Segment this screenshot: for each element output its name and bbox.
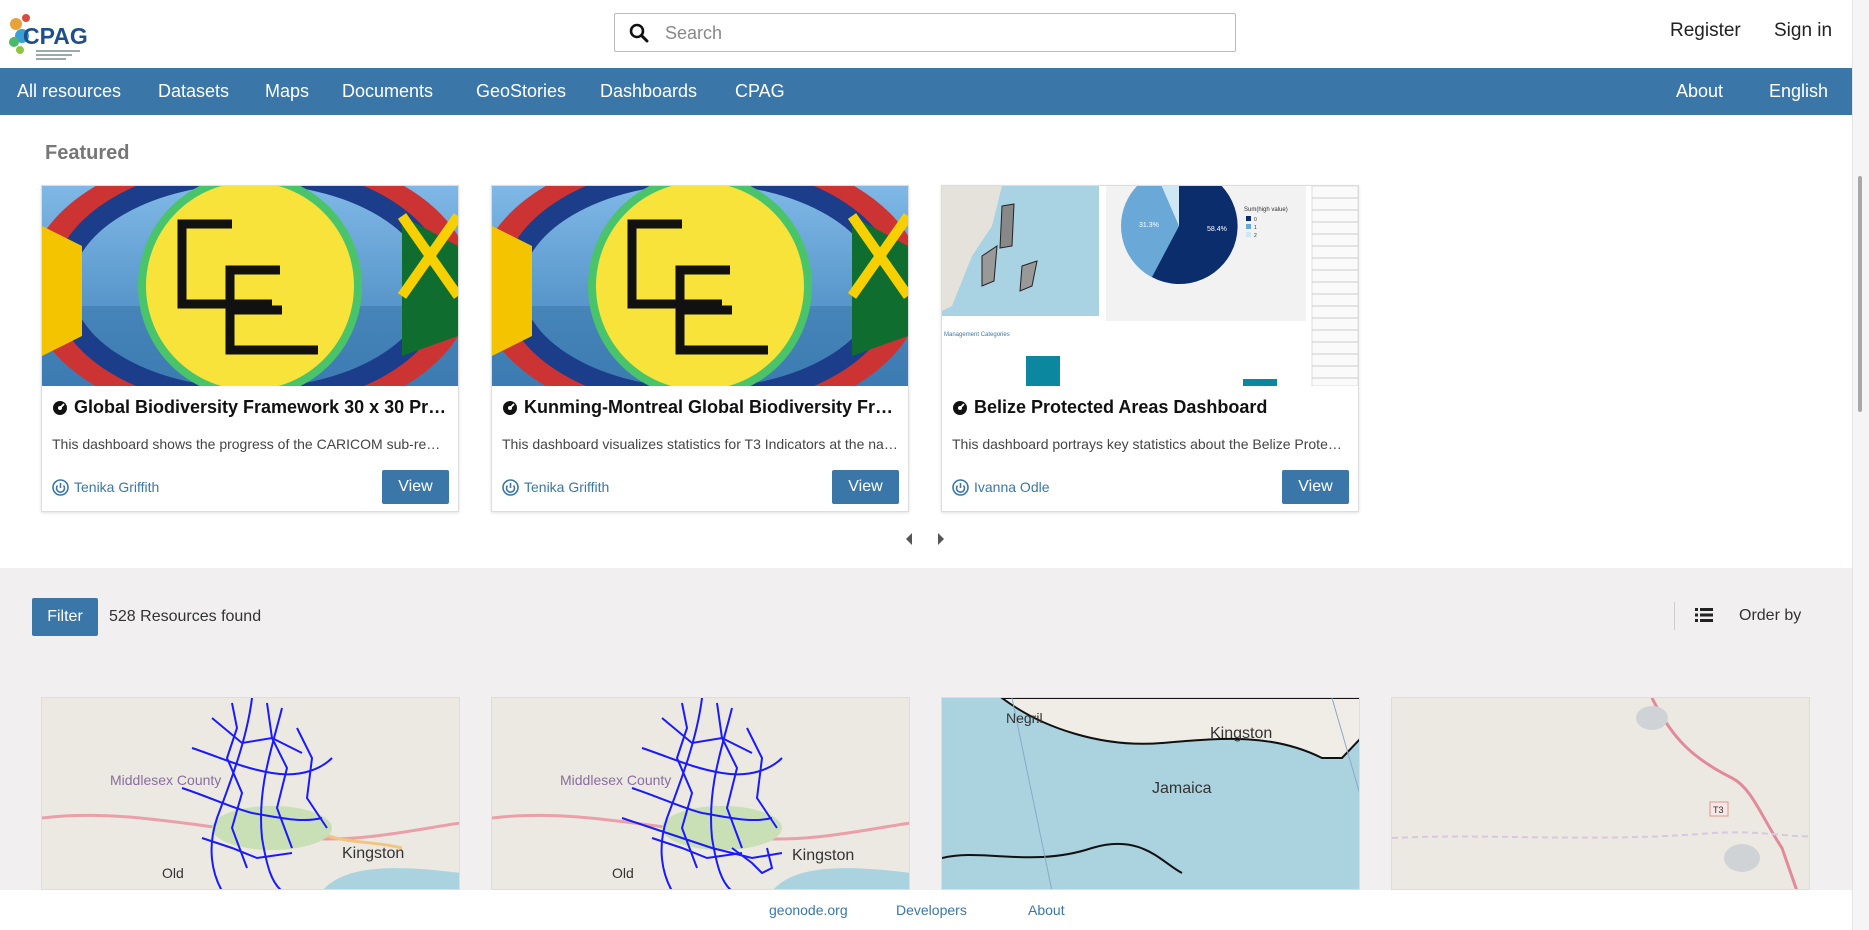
featured-card[interactable]: Kunming-Montreal Global Biodiversity Fra… <box>491 185 909 512</box>
featured-card[interactable]: Global Biodiversity Framework 30 x 30 Pr… <box>41 185 459 512</box>
svg-text:0: 0 <box>1254 217 1257 223</box>
svg-text:Old: Old <box>162 865 184 881</box>
svg-text:Old: Old <box>612 865 634 881</box>
search-box[interactable] <box>614 13 1236 53</box>
featured-card[interactable]: 58.4% 31.3% Sum(high value) 0 1 2 Manage… <box>941 185 1359 512</box>
dashboard-icon <box>953 401 967 415</box>
nav-all-resources[interactable]: All resources <box>17 68 121 115</box>
nav-cpag[interactable]: CPAG <box>735 68 785 115</box>
nav-datasets[interactable]: Datasets <box>158 68 229 115</box>
view-button[interactable]: View <box>382 470 449 504</box>
search-icon <box>629 23 649 43</box>
svg-text:58.4%: 58.4% <box>1207 226 1227 233</box>
search-input[interactable] <box>663 14 1227 53</box>
resource-map-card[interactable]: Middlesex County Kingston Old <box>41 697 460 890</box>
resources-count: 528 Resources found <box>109 608 262 625</box>
svg-text:Management Categories: Management Categories <box>944 332 1010 338</box>
toolbar-divider <box>1674 602 1675 630</box>
svg-text:Kingston: Kingston <box>1210 725 1272 742</box>
order-by-dropdown[interactable]: Order by <box>1739 607 1801 625</box>
list-view-icon[interactable] <box>1695 607 1713 623</box>
user-icon <box>952 479 969 496</box>
page-scrollbar[interactable] <box>1852 0 1869 930</box>
card-title[interactable]: Global Biodiversity Framework 30 x 30 Pr… <box>52 397 448 418</box>
footer-link-about[interactable]: About <box>1028 902 1065 918</box>
svg-text:Kingston: Kingston <box>792 847 854 864</box>
card-author[interactable]: Ivanna Odle <box>952 479 1050 496</box>
language-selector[interactable]: English <box>1769 68 1828 115</box>
svg-text:CPAG: CPAG <box>23 23 88 49</box>
dashboard-thumbnail[interactable]: 58.4% 31.3% Sum(high value) 0 1 2 Manage… <box>942 186 1358 386</box>
card-author[interactable]: Tenika Griffith <box>502 479 609 496</box>
nav-geostories[interactable]: GeoStories <box>476 68 566 115</box>
nav-about[interactable]: About <box>1676 68 1723 115</box>
nav-dashboards[interactable]: Dashboards <box>600 68 697 115</box>
main-nav: All resources Datasets Maps Documents Ge… <box>0 68 1852 115</box>
resource-map-card[interactable]: Negril Kingston Jamaica <box>941 697 1360 890</box>
footer: geonode.org Developers About <box>0 890 1852 930</box>
nav-maps[interactable]: Maps <box>265 68 309 115</box>
svg-text:T3: T3 <box>1713 805 1724 815</box>
filter-button[interactable]: Filter <box>32 598 98 636</box>
svg-text:Kingston: Kingston <box>342 845 404 862</box>
svg-text:Middlesex County: Middlesex County <box>560 772 671 788</box>
svg-text:Middlesex County: Middlesex County <box>110 772 221 788</box>
svg-text:Sum(high value): Sum(high value) <box>1244 207 1288 213</box>
resource-map-card[interactable]: T3 <box>1391 697 1810 890</box>
carousel-prev-icon[interactable] <box>904 531 914 547</box>
sign-in-link[interactable]: Sign in <box>1774 20 1832 42</box>
featured-heading: Featured <box>45 142 130 164</box>
card-description: This dashboard shows the progress of the… <box>52 436 448 452</box>
cpag-logo[interactable]: CPAG <box>6 6 92 62</box>
svg-text:31.3%: 31.3% <box>1139 222 1159 229</box>
svg-text:2: 2 <box>1254 233 1257 239</box>
resource-map-card[interactable]: Middlesex County Kingston Old <box>491 697 910 890</box>
footer-link-geonode[interactable]: geonode.org <box>769 902 848 918</box>
card-title[interactable]: Kunming-Montreal Global Biodiversity Fra… <box>502 397 898 418</box>
nav-documents[interactable]: Documents <box>342 68 433 115</box>
footer-link-developers[interactable]: Developers <box>896 902 967 918</box>
user-icon <box>502 479 519 496</box>
user-icon <box>52 479 69 496</box>
caricom-logo-thumbnail[interactable] <box>42 186 458 386</box>
card-description: This dashboard visualizes statistics for… <box>502 436 898 452</box>
carousel-next-icon[interactable] <box>936 531 946 547</box>
caricom-logo-thumbnail[interactable] <box>492 186 908 386</box>
dashboard-icon <box>503 401 517 415</box>
dashboard-icon <box>53 401 67 415</box>
card-author[interactable]: Tenika Griffith <box>52 479 159 496</box>
svg-text:Jamaica: Jamaica <box>1152 780 1212 797</box>
view-button[interactable]: View <box>832 470 899 504</box>
view-button[interactable]: View <box>1282 470 1349 504</box>
top-bar: CPAG Register Sign in <box>0 0 1852 68</box>
svg-text:Negril: Negril <box>1006 710 1043 726</box>
card-title[interactable]: Belize Protected Areas Dashboard <box>952 397 1348 418</box>
card-description: This dashboard portrays key statistics a… <box>952 436 1348 452</box>
scrollbar-thumb[interactable] <box>1858 176 1862 412</box>
svg-text:1: 1 <box>1254 225 1257 231</box>
register-link[interactable]: Register <box>1670 20 1741 42</box>
